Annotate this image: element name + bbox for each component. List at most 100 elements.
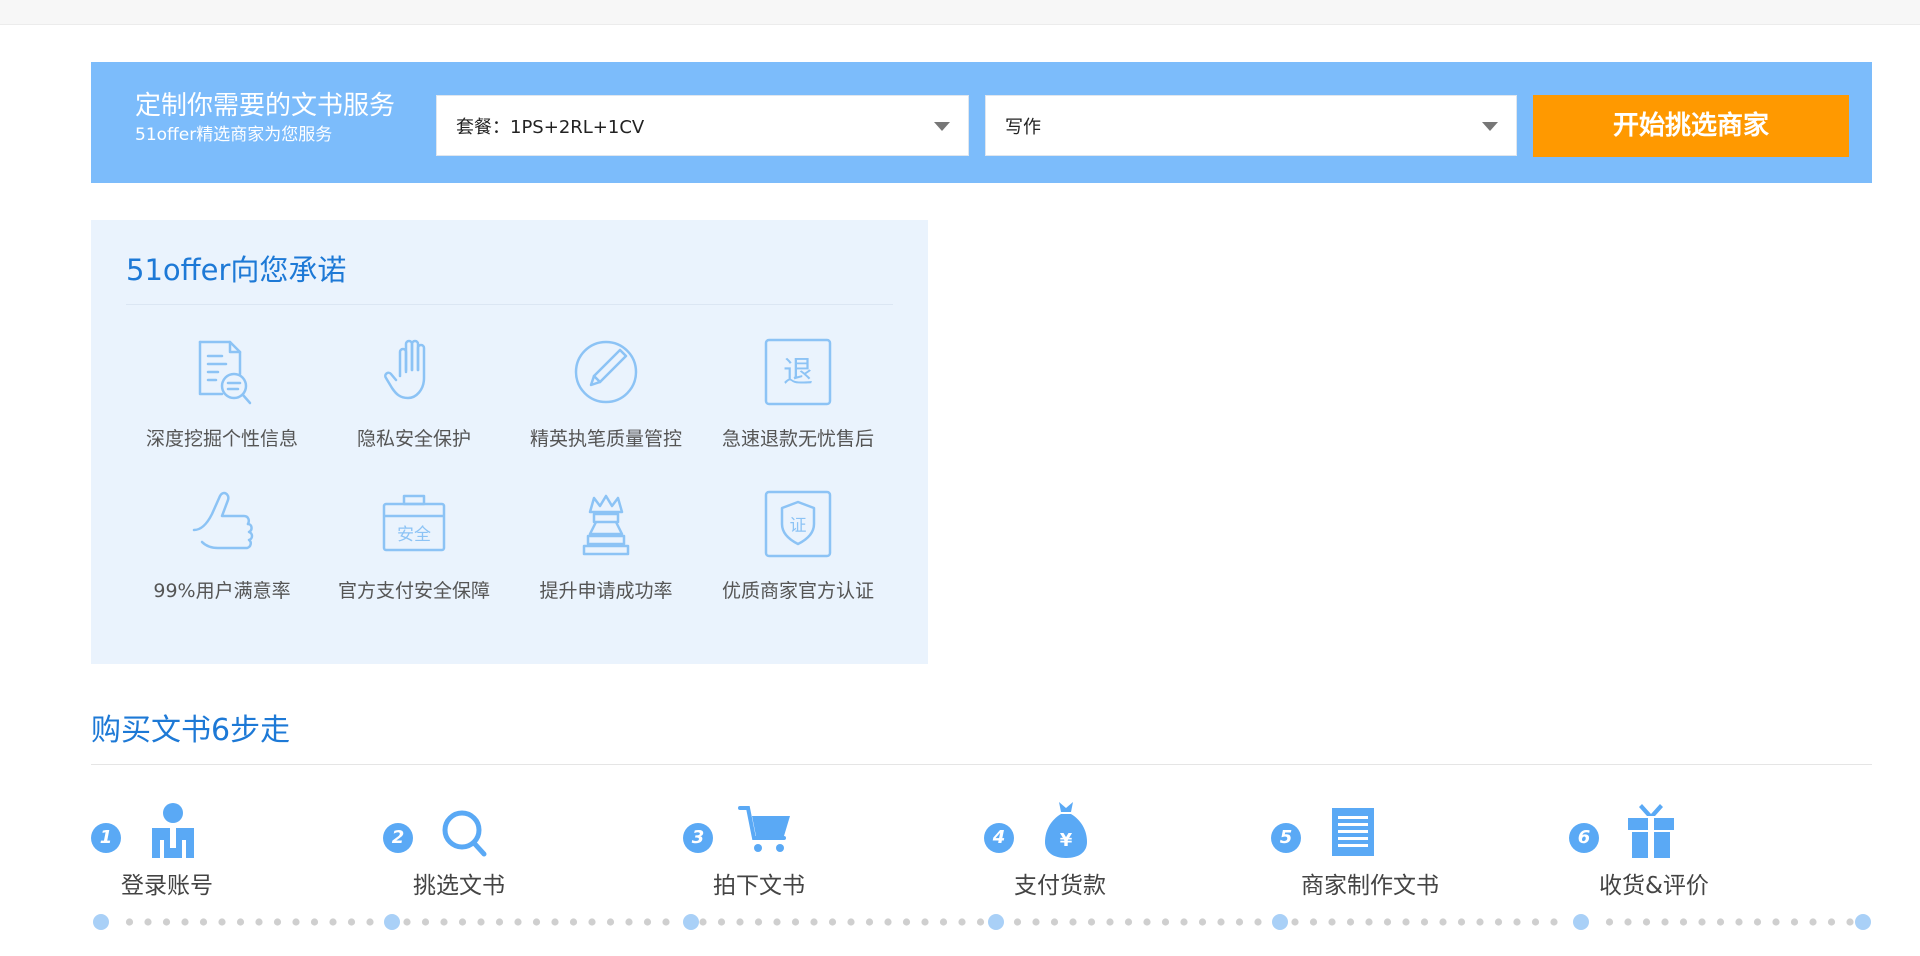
progress-dot <box>1531 918 1540 926</box>
step-produce: 5 商家制作文书 <box>1271 800 1501 910</box>
progress-dot <box>477 918 485 926</box>
step-label: 收货&评价 <box>1599 873 1709 899</box>
promise-item: 99%用户满意率 <box>126 484 318 624</box>
start-choose-merchant-button[interactable]: 开始挑选商家 <box>1533 95 1849 157</box>
progress-dot <box>1809 918 1817 926</box>
banner-title: 定制你需要的文书服务 <box>135 91 396 121</box>
progress-dot <box>181 918 189 926</box>
progress-dot <box>865 918 874 926</box>
package-select-value: 套餐：1PS+2RL+1CV <box>456 117 645 138</box>
progress-dot <box>699 918 707 926</box>
progress-dot <box>1476 918 1484 926</box>
progress-dot <box>1550 918 1558 926</box>
money-bag-icon-text: ¥ <box>1060 830 1073 851</box>
crown-icon <box>582 494 630 556</box>
banner-heading: 定制你需要的文书服务 51offer精选商家为您服务 <box>135 89 395 147</box>
progress-dot <box>884 918 892 926</box>
progress-dot <box>754 918 763 926</box>
document-search-icon <box>198 340 252 405</box>
progress-dot <box>1069 918 1077 926</box>
progress-dot <box>1346 918 1355 926</box>
promise-item-label: 深度挖掘个性信息 <box>145 428 298 450</box>
progress-dot <box>791 918 800 926</box>
certified-shield-icon: 证 <box>764 490 832 558</box>
progress-dot <box>1198 918 1207 926</box>
progress-dot <box>218 918 226 926</box>
progress-dot <box>1032 918 1040 926</box>
progress-dot <box>1735 918 1743 926</box>
step-order: 3 拍下文书 <box>683 800 913 910</box>
refund-icon: 退 <box>764 338 832 406</box>
progress-dot <box>1772 918 1780 926</box>
certified-icon-text: 证 <box>790 516 807 536</box>
progress-dot <box>625 918 633 926</box>
progress-dot <box>1143 918 1151 926</box>
step-number: 6 <box>1569 823 1599 853</box>
progress-dot <box>292 918 300 926</box>
promise-title: 51offer向您承诺 <box>126 253 347 287</box>
progress-dot <box>1494 918 1503 926</box>
progress-dot <box>1309 918 1318 926</box>
steps-title: 购买文书6步走 <box>91 713 291 748</box>
progress-dot <box>1180 918 1188 926</box>
service-type-select[interactable]: 写作 <box>985 95 1517 156</box>
progress-step-dot <box>384 914 400 930</box>
progress-dot <box>902 918 911 926</box>
promise-item-label: 急速退款无忧售后 <box>721 428 874 450</box>
step-pay: 4 ¥ 支付货款 <box>984 800 1214 910</box>
progress-dot <box>1291 918 1299 926</box>
divider <box>126 304 893 305</box>
service-select-value: 写作 <box>1005 117 1041 138</box>
progress-dot <box>773 918 781 926</box>
progress-dot <box>810 918 818 926</box>
step-number: 1 <box>91 823 121 853</box>
step-label: 支付货款 <box>1014 873 1106 899</box>
progress-dot <box>847 918 855 926</box>
progress-dot <box>1605 918 1614 926</box>
promise-grid: 深度挖掘个性信息 隐私安全保护 精英执笔质量管控 退 急速退款无忧售后 99%用… <box>126 332 896 652</box>
progress-dot <box>1087 918 1096 926</box>
progress-dot <box>403 918 411 926</box>
step-number: 5 <box>1271 823 1301 853</box>
progress-dot <box>1235 918 1244 926</box>
progress-dot <box>1365 918 1373 926</box>
progress-dot <box>1679 918 1688 926</box>
progress-dot <box>1827 918 1836 926</box>
banner-subtitle: 51offer精选商家为您服务 <box>135 125 333 145</box>
progress-dot <box>144 918 152 926</box>
progress-dot <box>1420 918 1429 926</box>
progress-dot <box>1402 918 1410 926</box>
progress-dot <box>1124 918 1133 926</box>
promise-item-label: 99%用户满意率 <box>153 580 291 602</box>
step-label: 拍下文书 <box>713 873 805 899</box>
progress-dot <box>569 918 578 926</box>
progress-dot <box>199 918 208 926</box>
promise-panel: 51offer向您承诺 深度挖掘个性信息 隐私安全保护 精英执笔质量管控 退 急… <box>91 220 928 664</box>
money-bag-icon: ¥ <box>1045 802 1087 858</box>
package-select[interactable]: 套餐：1PS+2RL+1CV <box>436 95 969 156</box>
user-icon <box>152 803 194 858</box>
hand-icon <box>384 339 426 400</box>
progress-dot <box>329 918 337 926</box>
progress-dot <box>939 918 948 926</box>
promise-item-label: 优质商家官方认证 <box>721 580 874 602</box>
promise-item-label: 精英执笔质量管控 <box>529 428 682 450</box>
progress-dot <box>1698 918 1706 926</box>
progress-dot <box>1013 918 1022 926</box>
progress-dot <box>976 918 985 926</box>
step-receive: 6 收货&评价 <box>1569 800 1799 910</box>
progress-dot <box>1254 918 1262 926</box>
step-number: 3 <box>683 823 713 853</box>
progress-dot <box>921 918 929 926</box>
gift-icon <box>1628 804 1674 858</box>
progress-step-dot <box>988 914 1004 930</box>
progress-dot <box>717 918 726 926</box>
progress-step-dot <box>1272 914 1288 930</box>
progress-dot <box>1790 918 1799 926</box>
promise-item: 退 急速退款无忧售后 <box>702 332 894 472</box>
divider <box>91 764 1872 765</box>
progress-dot <box>421 918 430 926</box>
progress-dot <box>1217 918 1225 926</box>
progress-dot <box>958 918 966 926</box>
progress-dot <box>606 918 615 926</box>
